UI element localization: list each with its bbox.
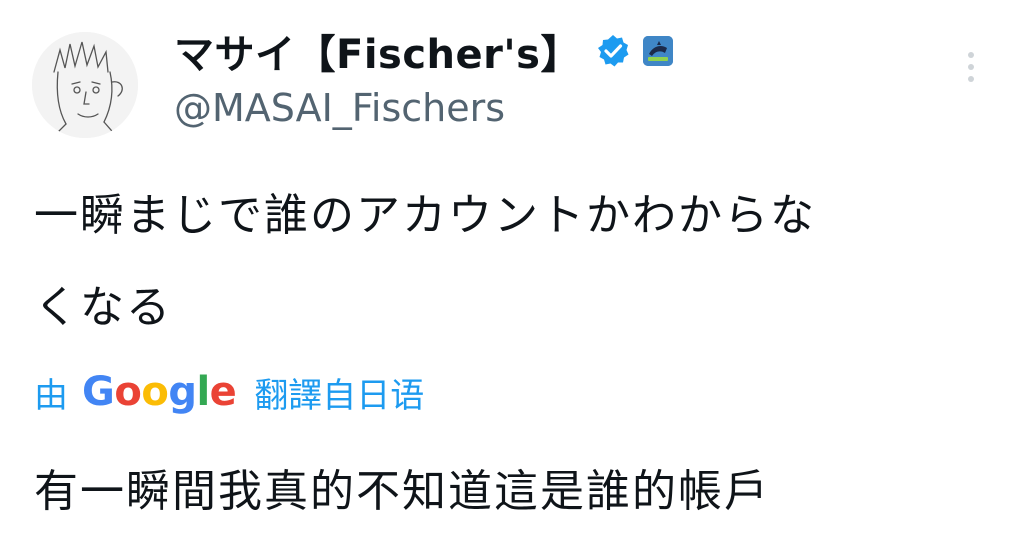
translation-prefix: 由 — [34, 375, 68, 416]
translation-suffix: 翻譯自日语 — [254, 375, 425, 416]
more-vertical-icon[interactable] — [966, 52, 976, 88]
user-handle[interactable]: @MASAI_Fischers — [174, 86, 673, 130]
translation-attribution[interactable]: 由 Google 翻譯自日语 — [34, 364, 424, 420]
tweet-text-line: 一瞬まじで誰のアカウントかわからな — [34, 190, 816, 241]
tweet-text: 一瞬まじで誰のアカウントかわからな くなる — [34, 170, 984, 354]
google-logo: Google — [82, 369, 237, 415]
display-name[interactable]: マサイ【Fischer's】 — [174, 22, 581, 80]
avatar[interactable] — [32, 32, 138, 138]
display-name-row: マサイ【Fischer's】 — [174, 22, 673, 80]
user-names: マサイ【Fischer's】 @MASAI_Fischers — [174, 22, 673, 130]
affiliate-badge-icon[interactable] — [642, 36, 673, 66]
tweet-text-line: くなる — [34, 282, 172, 333]
verified-badge-icon[interactable] — [595, 33, 631, 69]
tweet-header: マサイ【Fischer's】 @MASAI_Fischers — [28, 22, 996, 140]
translated-text: 有一瞬間我真的不知道這是誰的帳戶 — [34, 466, 770, 517]
tweet-card: マサイ【Fischer's】 @MASAI_Fischers 一瞬まじで誰のアカ… — [0, 0, 1024, 551]
avatar-sketch-icon — [32, 32, 138, 138]
